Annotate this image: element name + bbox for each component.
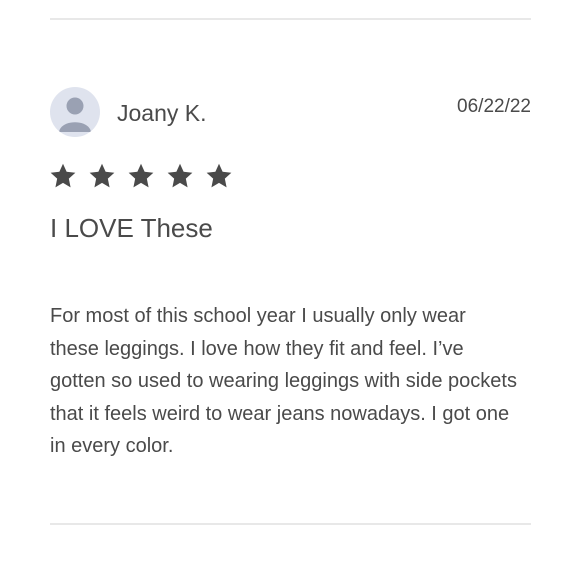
avatar xyxy=(50,87,100,137)
review-title: I LOVE These xyxy=(50,213,213,243)
review-date: 06/22/22 xyxy=(457,96,531,117)
top-divider xyxy=(50,18,531,20)
star-icon xyxy=(166,162,194,190)
user-silhouette-icon xyxy=(59,97,91,132)
star-icon xyxy=(88,162,116,190)
star-icon xyxy=(127,162,155,190)
reviewer-name: Joany K. xyxy=(117,100,207,126)
star-rating xyxy=(49,162,233,190)
review-body: For most of this school year I usually o… xyxy=(50,305,517,457)
star-icon xyxy=(49,162,77,190)
bottom-divider xyxy=(50,523,531,525)
star-icon xyxy=(205,162,233,190)
